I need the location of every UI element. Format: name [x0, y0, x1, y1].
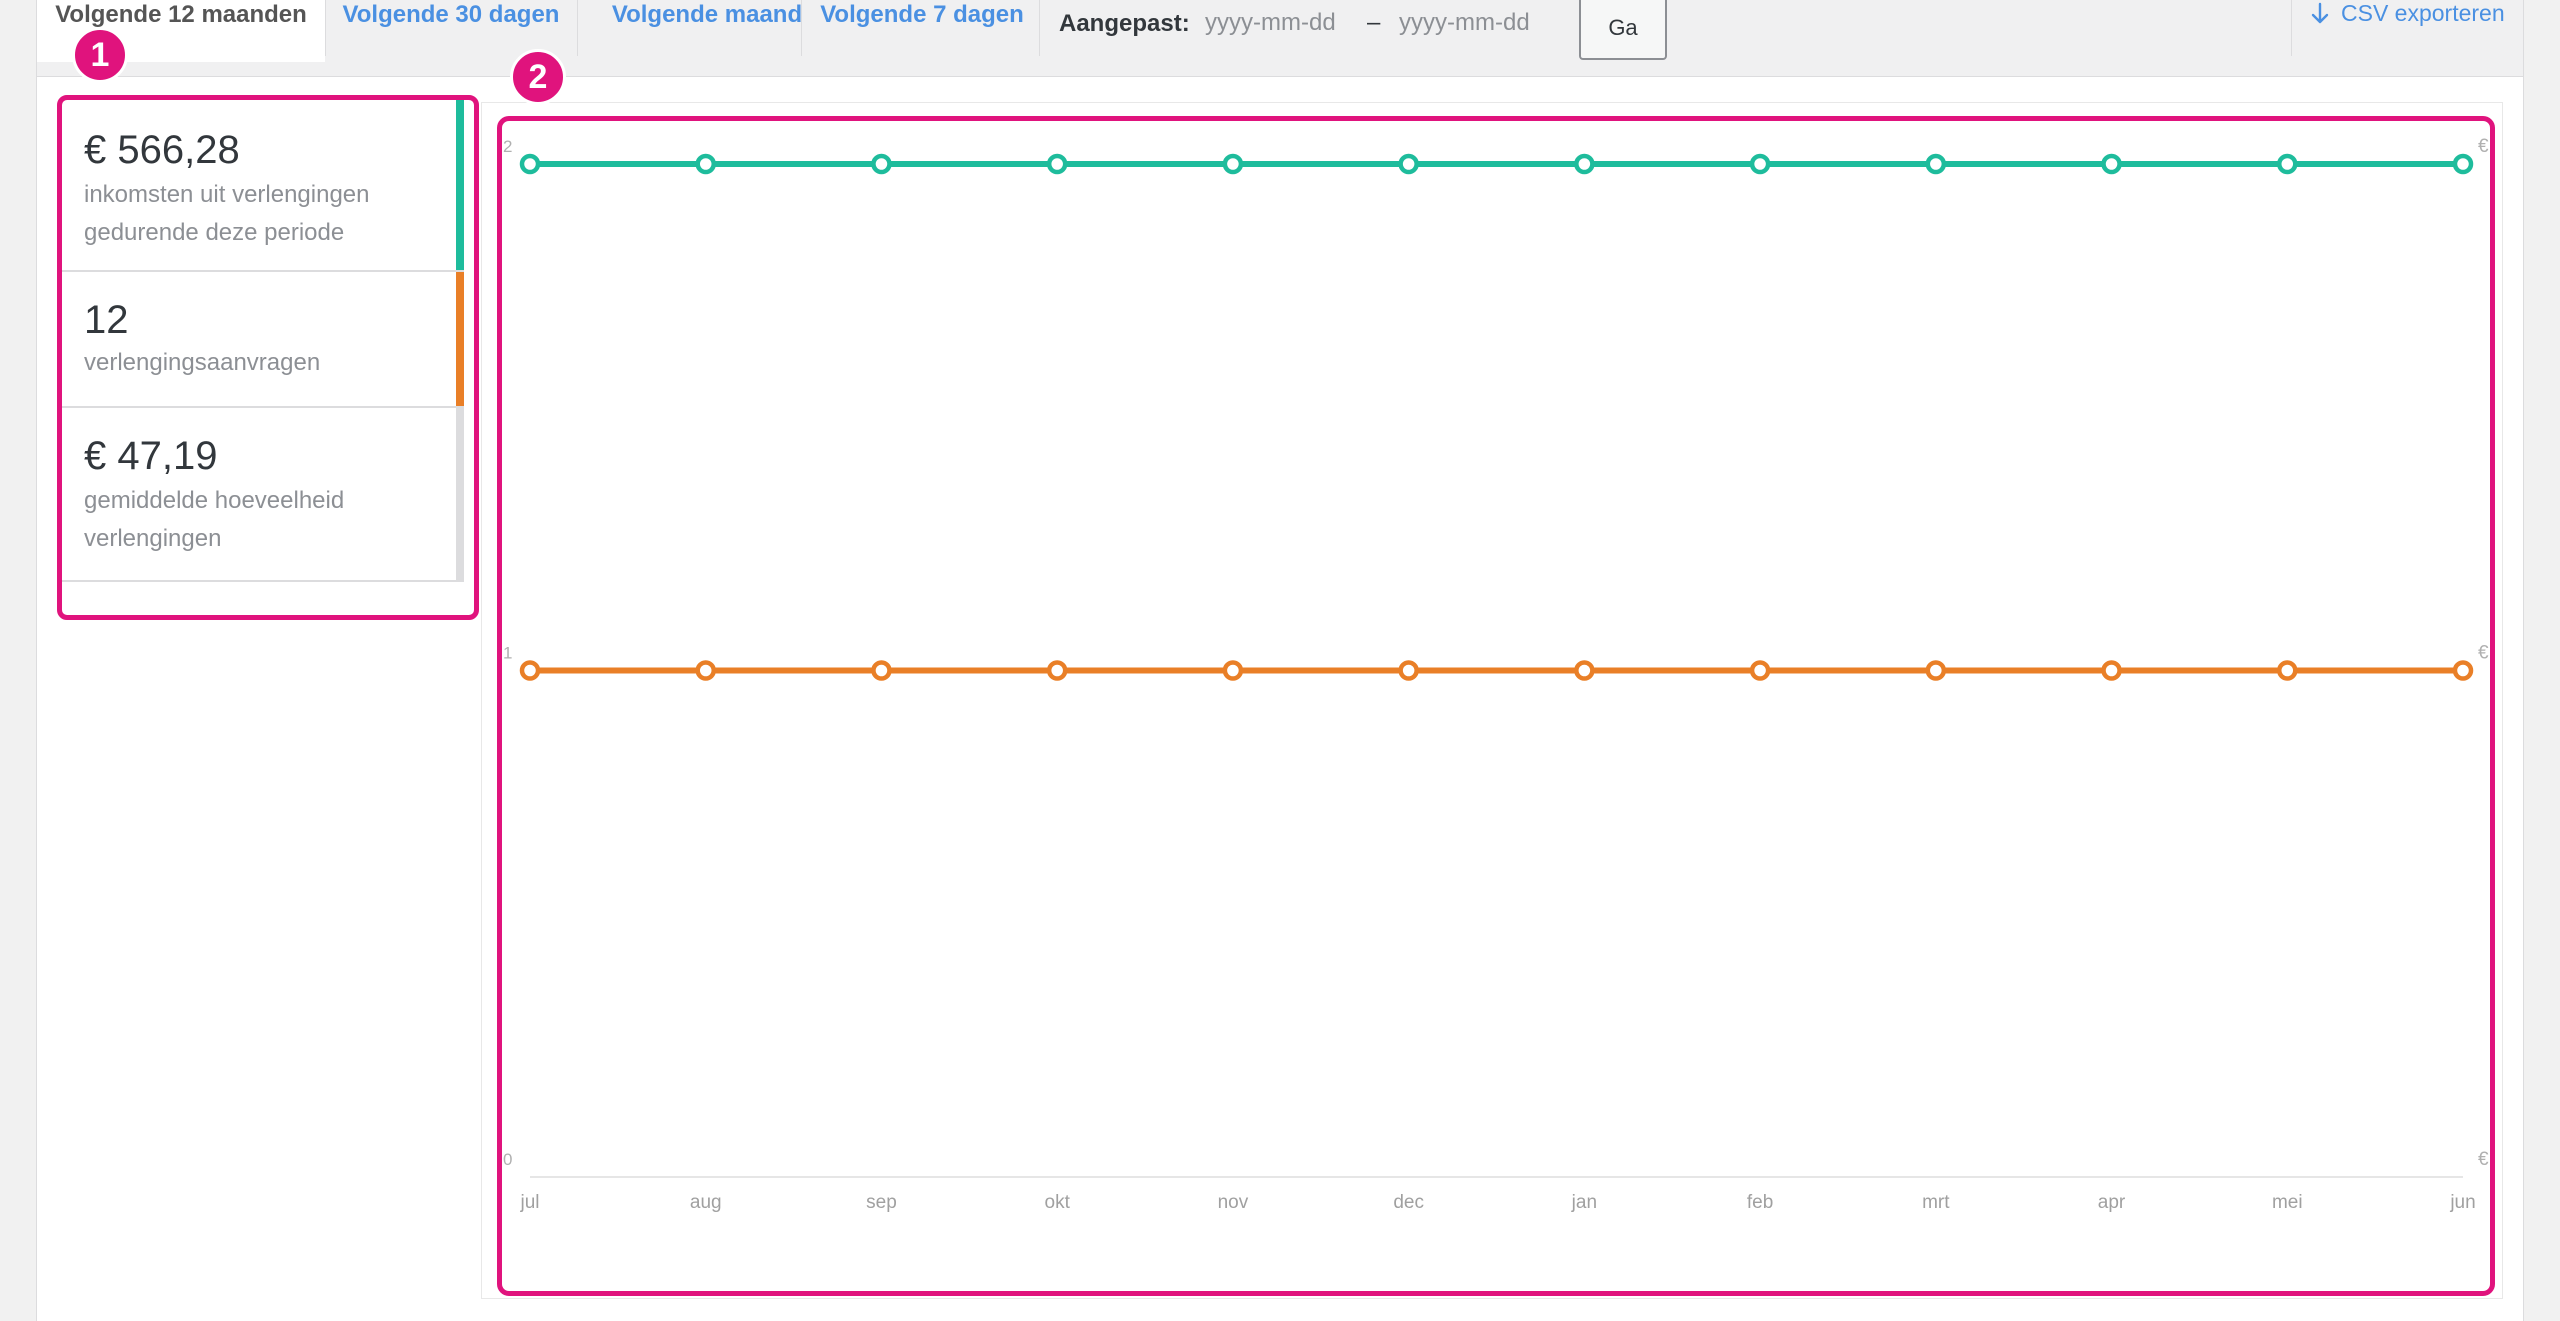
annotation-badge-2: 2 — [510, 49, 566, 105]
stat-color-bar — [456, 272, 464, 406]
stat-renewal-income: € 566,28 inkomsten uit verlengingen gedu… — [62, 100, 464, 272]
tab-next-7-days[interactable]: Volgende 7 dagen — [802, 0, 1042, 60]
tab-next-month[interactable]: Volgende maand — [578, 0, 836, 60]
csv-export-label: CSV exporteren — [2341, 0, 2505, 26]
stat-description: verlengingsaanvragen — [84, 349, 321, 376]
chart-highlight-frame — [497, 116, 2495, 1296]
range-tab-bar: Volgende 12 maanden Volgende 30 dagen Vo… — [37, 0, 2523, 77]
stat-value: 12 — [84, 298, 129, 342]
stat-value: € 566,28 — [84, 128, 240, 172]
csv-export-link[interactable]: CSV exporteren — [2311, 0, 2505, 27]
end-date-input[interactable]: yyyy-mm-dd — [1399, 9, 1530, 37]
stat-average-renewal: € 47,19 gemiddelde hoeveelheid verlengin… — [62, 408, 464, 582]
tab-divider — [1039, 0, 1040, 56]
stat-description: inkomsten uit verlengingen gedurende dez… — [84, 181, 370, 246]
download-arrow-icon — [2311, 2, 2329, 23]
stat-description: gemiddelde hoeveelheid verlengingen — [84, 487, 345, 552]
go-button[interactable]: Ga — [1579, 0, 1667, 60]
stat-color-bar — [456, 408, 464, 580]
stat-renewal-requests: 12 verlengingsaanvragen — [62, 272, 464, 408]
stat-value: € 47,19 — [84, 434, 218, 478]
reports-frame: Volgende 12 maanden Volgende 30 dagen Vo… — [36, 0, 2524, 1321]
stat-color-bar — [456, 100, 464, 270]
start-date-input[interactable]: yyyy-mm-dd — [1205, 9, 1336, 37]
date-range-dash: – — [1367, 9, 1381, 36]
summary-panel: € 566,28 inkomsten uit verlengingen gedu… — [57, 95, 479, 620]
annotation-badge-1: 1 — [72, 27, 128, 83]
export-divider — [2291, 0, 2292, 56]
custom-range-label: Aangepast: — [1059, 10, 1190, 37]
